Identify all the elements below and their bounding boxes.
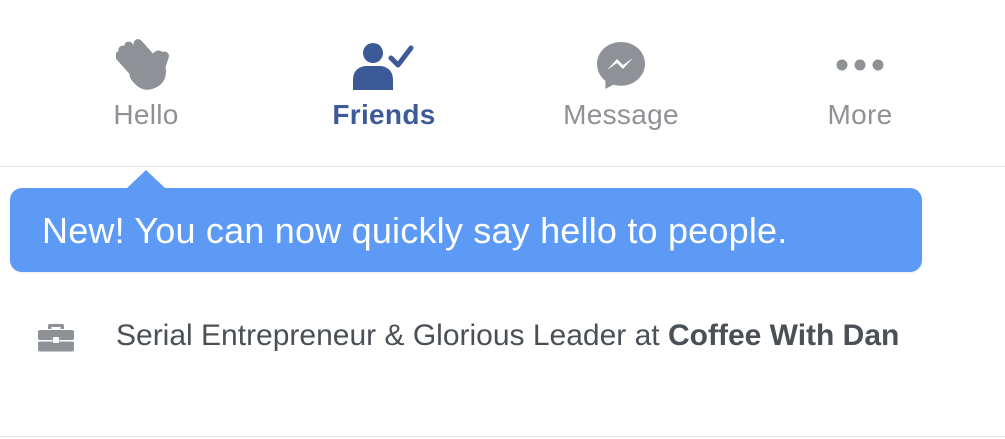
tooltip-pointer: [126, 170, 166, 189]
work-info-row[interactable]: Serial Entrepreneur & Glorious Leader at…: [0, 300, 1005, 410]
wave-hand-icon: [116, 38, 176, 92]
tooltip-text: New! You can now quickly say hello to pe…: [42, 210, 788, 251]
profile-panel: Hello Friends Message More Serial Entrep…: [0, 0, 1005, 439]
new-feature-tooltip[interactable]: New! You can now quickly say hello to pe…: [10, 170, 922, 272]
work-company-link[interactable]: Coffee With Dan: [668, 319, 899, 352]
friends-button[interactable]: Friends: [304, 30, 464, 140]
message-button[interactable]: Message: [541, 30, 701, 140]
section-divider: [0, 436, 1005, 437]
hello-label: Hello: [113, 99, 179, 130]
briefcase-icon: [38, 322, 74, 357]
more-dots-icon: [834, 38, 886, 92]
profile-action-bar: Hello Friends Message More: [0, 0, 1005, 166]
more-button[interactable]: More: [780, 30, 940, 140]
friend-check-icon: [353, 38, 415, 92]
friends-label: Friends: [332, 99, 436, 130]
work-description: Serial Entrepreneur & Glorious Leader at…: [116, 316, 916, 356]
action-bar-divider: [0, 166, 1005, 167]
messenger-icon: [595, 38, 647, 92]
hello-button[interactable]: Hello: [66, 30, 226, 140]
work-title-text: Serial Entrepreneur & Glorious Leader at: [116, 319, 668, 352]
more-label: More: [827, 99, 893, 130]
message-label: Message: [563, 99, 679, 130]
